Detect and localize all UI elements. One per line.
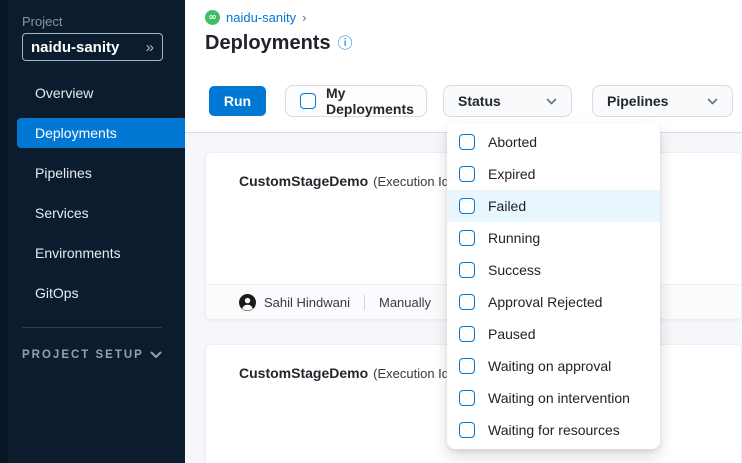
project-selector-value: naidu-sanity	[31, 39, 146, 56]
status-option-label: Failed	[488, 198, 526, 214]
checkbox[interactable]	[459, 422, 475, 438]
checkbox[interactable]	[459, 294, 475, 310]
footer-divider	[364, 295, 365, 310]
sidebar-item-label: Pipelines	[35, 165, 92, 181]
sidebar-item-label: GitOps	[35, 285, 79, 301]
project-label: Project	[22, 14, 62, 29]
checkbox[interactable]	[459, 166, 475, 182]
my-deployments-checkbox[interactable]	[300, 93, 316, 109]
status-filter-dropdown[interactable]: Status	[443, 85, 572, 117]
user-avatar-icon	[239, 294, 256, 311]
status-option-aborted[interactable]: Aborted	[447, 126, 660, 158]
status-option-label: Running	[488, 230, 540, 246]
chevron-down-icon	[150, 351, 162, 359]
breadcrumb-chevron-icon: ›	[302, 10, 306, 25]
status-option-label: Approval Rejected	[488, 294, 602, 310]
status-option-label: Expired	[488, 166, 535, 182]
triggered-by: Sahil Hindwani	[264, 295, 350, 310]
pipelines-filter-dropdown[interactable]: Pipelines	[592, 85, 733, 117]
page-title-row: Deployments ⓘ	[205, 32, 353, 55]
status-option-label: Waiting on intervention	[488, 390, 630, 406]
trigger-type: Manually	[379, 295, 431, 310]
status-option-waiting-on-intervention[interactable]: Waiting on intervention	[447, 382, 660, 414]
checkbox[interactable]	[459, 198, 475, 214]
checkbox[interactable]	[459, 262, 475, 278]
info-icon[interactable]: ⓘ	[338, 36, 353, 51]
sidebar-item-services[interactable]: Services	[17, 198, 185, 228]
sidebar-item-label: Deployments	[35, 125, 117, 141]
pipeline-name: CustomStageDemo	[239, 173, 368, 189]
execution-id-text: (Execution Id	[373, 366, 449, 381]
status-option-waiting-for-resources[interactable]: Waiting for resources	[447, 414, 660, 446]
sidebar-item-label: Services	[35, 205, 89, 221]
sidebar-item-environments[interactable]: Environments	[17, 238, 185, 268]
checkbox[interactable]	[459, 326, 475, 342]
status-option-failed[interactable]: Failed	[447, 190, 660, 222]
pipeline-name: CustomStageDemo	[239, 365, 368, 381]
pipelines-filter-label: Pipelines	[607, 93, 668, 109]
status-option-approval-rejected[interactable]: Approval Rejected	[447, 286, 660, 318]
run-button[interactable]: Run	[209, 86, 266, 116]
checkbox[interactable]	[459, 358, 475, 374]
sidebar-divider	[22, 327, 162, 328]
checkbox[interactable]	[459, 134, 475, 150]
status-filter-label: Status	[458, 93, 501, 109]
sidebar-item-label: Overview	[35, 85, 93, 101]
chevron-down-icon	[707, 98, 718, 105]
status-option-label: Success	[488, 262, 541, 278]
sidebar-item-gitops[interactable]: GitOps	[17, 278, 185, 308]
project-expand-icon[interactable]: »	[146, 40, 154, 55]
status-option-success[interactable]: Success	[447, 254, 660, 286]
breadcrumb: ∞ naidu-sanity ›	[205, 10, 306, 25]
cd-module-icon: ∞	[205, 10, 220, 25]
status-filter-menu: Aborted Expired Failed Running Success A…	[447, 123, 660, 449]
project-sidebar: Project naidu-sanity » Overview Deployme…	[0, 0, 185, 463]
status-option-paused[interactable]: Paused	[447, 318, 660, 350]
status-option-expired[interactable]: Expired	[447, 158, 660, 190]
status-option-label: Paused	[488, 326, 535, 342]
chevron-down-icon	[546, 98, 557, 105]
execution-id-text: (Execution Id	[373, 174, 449, 189]
project-setup-toggle[interactable]: PROJECT SETUP	[22, 349, 162, 361]
checkbox[interactable]	[459, 230, 475, 246]
my-deployments-toggle[interactable]: My Deployments	[285, 85, 427, 117]
page-title: Deployments	[205, 32, 331, 55]
sidebar-item-overview[interactable]: Overview	[17, 78, 185, 108]
status-option-waiting-on-approval[interactable]: Waiting on approval	[447, 350, 660, 382]
sidebar-item-pipelines[interactable]: Pipelines	[17, 158, 185, 188]
my-deployments-label: My Deployments	[326, 85, 414, 117]
main-content: ∞ naidu-sanity › Deployments ⓘ Run My De…	[185, 0, 742, 463]
project-setup-label: PROJECT SETUP	[22, 349, 144, 361]
project-selector[interactable]: naidu-sanity »	[22, 33, 163, 61]
breadcrumb-project-link[interactable]: naidu-sanity	[226, 10, 296, 25]
sidebar-item-deployments[interactable]: Deployments	[17, 118, 185, 148]
sidebar-nav: Overview Deployments Pipelines Services …	[0, 78, 185, 318]
checkbox[interactable]	[459, 390, 475, 406]
sidebar-item-label: Environments	[35, 245, 121, 261]
status-option-running[interactable]: Running	[447, 222, 660, 254]
status-option-label: Waiting on approval	[488, 358, 611, 374]
status-option-label: Aborted	[488, 134, 537, 150]
status-option-label: Waiting for resources	[488, 422, 620, 438]
